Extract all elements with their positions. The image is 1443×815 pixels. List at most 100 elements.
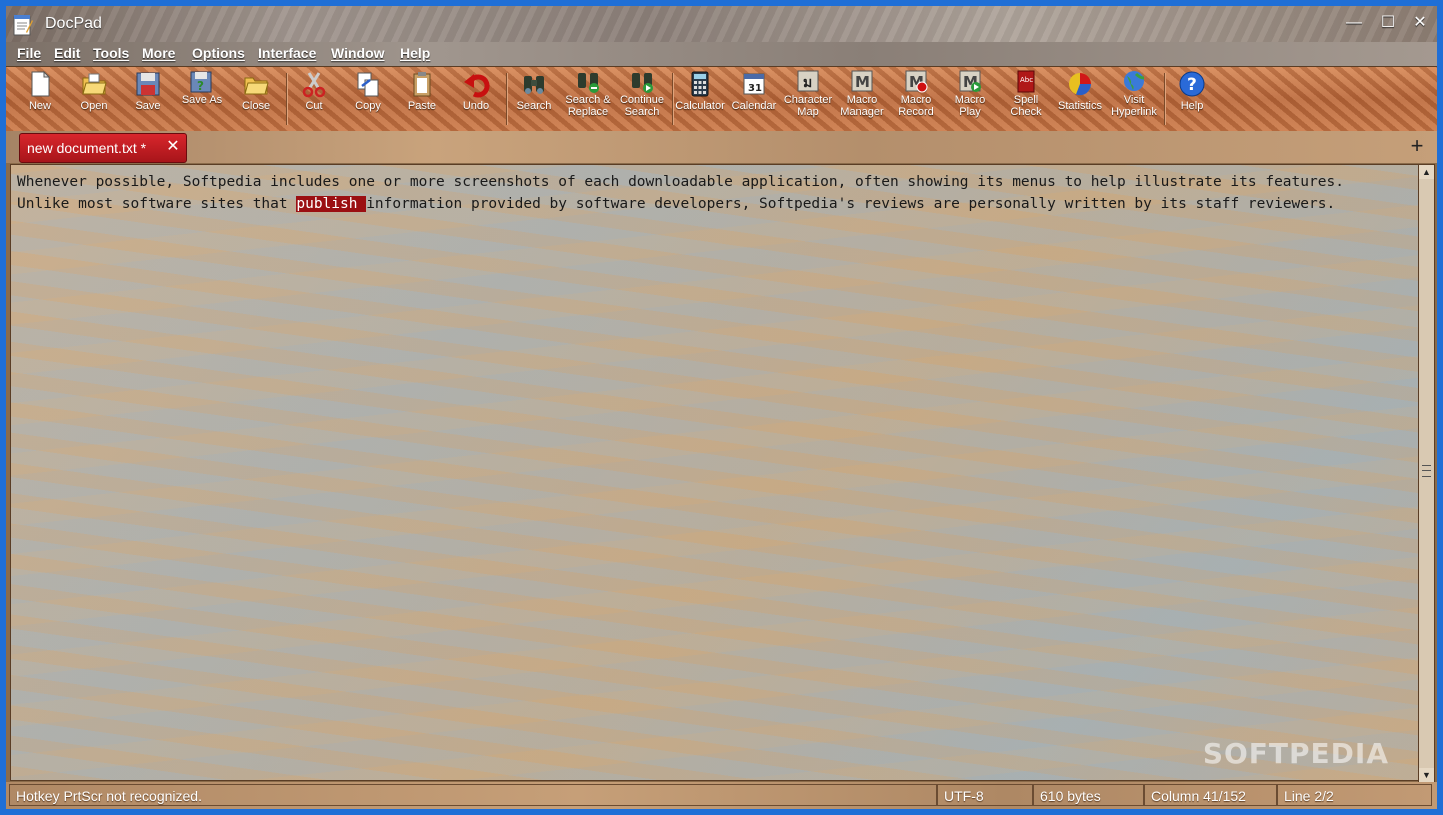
paste-button[interactable]: Paste (396, 70, 448, 128)
macro-play-button[interactable]: M Macro Play (944, 70, 996, 128)
macro-manager-label: Macro Manager (840, 94, 884, 118)
status-line: Line 2/2 (1277, 784, 1432, 806)
svg-text:?: ? (1187, 75, 1197, 95)
macro-play-icon: M (959, 70, 981, 92)
help-label: Help (1180, 100, 1204, 112)
menu-edit[interactable]: Edit (54, 45, 80, 61)
menu-help[interactable]: Help (400, 45, 430, 61)
close-label: Close (241, 100, 271, 112)
help-button[interactable]: ? Help (1166, 70, 1218, 128)
search-label: Search (516, 100, 552, 112)
save-button[interactable]: Save (122, 70, 174, 128)
scroll-thumb-grip[interactable] (1422, 465, 1431, 477)
close-button[interactable]: Close (230, 70, 282, 128)
continue-search-button[interactable]: Continue Search (616, 70, 668, 128)
macro-record-button[interactable]: M Macro Record (890, 70, 942, 128)
spell-check-button[interactable]: Abc Spell Check (1000, 70, 1052, 128)
statistics-button[interactable]: Statistics (1054, 70, 1106, 128)
save-as-icon: ? (190, 71, 212, 93)
copy-label: Copy (355, 100, 381, 112)
globe-link-icon (1124, 71, 1145, 91)
character-map-icon: ม (797, 70, 819, 92)
close-window-button[interactable]: ✕ (1406, 10, 1434, 36)
tab-label: new document.txt * (27, 140, 147, 156)
visit-hyperlink-label: Visit Hyperlink (1111, 94, 1157, 118)
cut-button[interactable]: Cut (288, 70, 340, 128)
open-label: Open (80, 100, 108, 112)
menu-more[interactable]: More (142, 45, 175, 61)
scissors-icon (302, 72, 326, 98)
search-replace-label: Search & Replace (565, 94, 611, 118)
tab-new-document[interactable]: new document.txt * ✕ (19, 133, 187, 163)
editor-line-1: Whenever possible, Softpedia includes on… (17, 174, 1344, 190)
status-file-size: 610 bytes (1033, 784, 1144, 806)
new-button[interactable]: New (14, 70, 66, 128)
calculator-button[interactable]: Calculator (674, 70, 726, 128)
title-bar[interactable]: DocPad — ☐ ✕ (6, 6, 1437, 42)
search-button[interactable]: Search (508, 70, 560, 128)
continue-search-label: Continue Search (619, 94, 665, 118)
selected-text: publish (296, 196, 367, 212)
close-folder-icon (244, 77, 269, 95)
add-tab-icon[interactable]: + (1407, 135, 1427, 157)
text-editor[interactable]: Whenever possible, Softpedia includes on… (10, 164, 1420, 781)
svg-text:Abc: Abc (1020, 76, 1033, 84)
cut-label: Cut (305, 100, 323, 112)
macro-record-label: Macro Record (898, 94, 934, 118)
undo-arrow-icon (464, 74, 490, 98)
calculator-icon (691, 71, 709, 97)
menu-file[interactable]: File (17, 45, 41, 61)
status-message: Hotkey PrtScr not recognized. (9, 784, 937, 806)
scroll-down-icon[interactable]: ▼ (1419, 768, 1434, 782)
menu-tools[interactable]: Tools (93, 45, 129, 61)
binoculars-continue-icon (632, 73, 653, 93)
status-encoding: UTF-8 (937, 784, 1033, 806)
line-2-text-before: Unlike most software sites that (17, 196, 297, 212)
macro-play-label: Macro Play (954, 94, 986, 118)
menu-interface[interactable]: Interface (258, 45, 316, 61)
toolbar: New Open Save ? Save As Close Cut Copy P… (6, 66, 1437, 132)
copy-button[interactable]: Copy (342, 70, 394, 128)
undo-label: Undo (462, 100, 490, 112)
search-replace-button[interactable]: Search & Replace (562, 70, 614, 128)
character-map-button[interactable]: ม Character Map (782, 70, 834, 128)
undo-button[interactable]: Undo (450, 70, 502, 128)
softpedia-watermark: SOFTPEDIA (1202, 737, 1389, 770)
svg-text:31: 31 (748, 83, 762, 94)
character-map-label: Character Map (783, 94, 833, 118)
spell-check-label: Spell Check (1010, 94, 1042, 118)
pie-chart-icon (1069, 73, 1092, 96)
minimize-button[interactable]: — (1340, 10, 1368, 36)
calendar-label: Calendar (731, 100, 777, 112)
open-button[interactable]: Open (68, 70, 120, 128)
binoculars-replace-icon (578, 73, 599, 93)
menu-bar: File Edit Tools More Options Interface W… (6, 42, 1437, 66)
tab-close-icon[interactable]: ✕ (164, 138, 182, 156)
vertical-scrollbar[interactable]: ▲ ▼ (1418, 164, 1435, 783)
help-question-icon: ? (1179, 71, 1205, 97)
calendar-icon: 31 (743, 73, 765, 95)
macro-record-icon: M (905, 70, 928, 93)
save-as-button[interactable]: ? Save As (176, 70, 228, 128)
status-column: Column 41/152 (1144, 784, 1277, 806)
svg-text:M: M (855, 73, 870, 91)
clipboard-icon (413, 72, 431, 97)
visit-hyperlink-button[interactable]: Visit Hyperlink (1108, 70, 1160, 128)
window-title: DocPad (45, 15, 102, 32)
macro-manager-button[interactable]: M Macro Manager (836, 70, 888, 128)
calendar-button[interactable]: 31 Calendar (728, 70, 780, 128)
notepad-app-icon (13, 15, 33, 36)
menu-window[interactable]: Window (331, 45, 385, 61)
macro-icon: M (851, 70, 873, 92)
scroll-up-icon[interactable]: ▲ (1419, 165, 1434, 179)
floppy-disk-icon (136, 72, 160, 96)
calculator-label: Calculator (675, 100, 725, 112)
editor-line-2: Unlike most software sites that publish … (17, 196, 1335, 212)
docpad-window: DocPad — ☐ ✕ File Edit Tools More Option… (6, 6, 1437, 809)
menu-options[interactable]: Options (192, 45, 245, 61)
status-bar: Hotkey PrtScr not recognized. UTF-8 610 … (6, 782, 1437, 809)
new-label: New (28, 100, 51, 112)
open-folder-icon (82, 73, 107, 95)
line-2-text-after: information provided by software develop… (366, 196, 1336, 212)
maximize-button[interactable]: ☐ (1374, 10, 1402, 36)
